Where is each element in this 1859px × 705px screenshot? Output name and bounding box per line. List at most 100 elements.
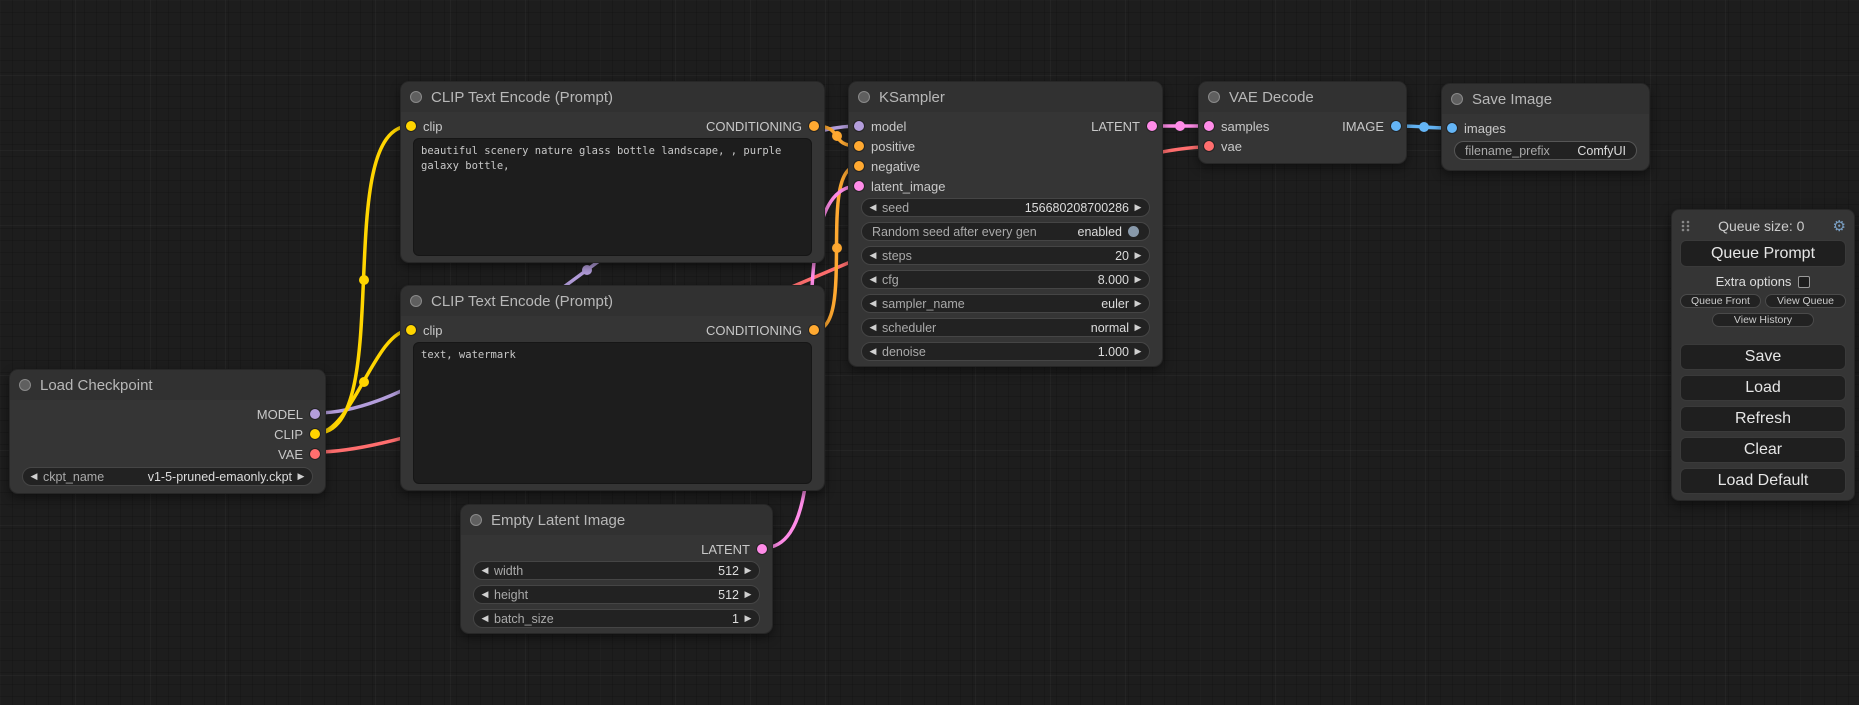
latent-image-input-port[interactable] [854,181,864,191]
increment-arrow-icon[interactable]: ▶ [739,614,757,624]
image-output-port[interactable] [1391,121,1401,131]
denoise-widget[interactable]: ◀ denoise 1.000 ▶ [861,342,1150,361]
random-seed-toggle[interactable]: Random seed after every gen enabled [861,222,1150,241]
increment-arrow-icon[interactable]: ▶ [1129,275,1147,285]
node-clip-text-encode-negative[interactable]: CLIP Text Encode (Prompt) clip CONDITION… [400,285,825,491]
conditioning-output-port[interactable] [809,121,819,131]
increment-arrow-icon[interactable]: ▶ [292,472,310,482]
steps-widget[interactable]: ◀ steps 20 ▶ [861,246,1150,265]
scheduler-widget[interactable]: ◀ scheduler normal ▶ [861,318,1150,337]
node-clip-text-encode-positive[interactable]: CLIP Text Encode (Prompt) clip CONDITION… [400,81,825,263]
node-collapse-icon[interactable] [858,91,870,103]
input-slot-latent-image[interactable]: latent_image [849,176,1162,196]
width-widget[interactable]: ◀ width 512 ▶ [473,561,760,580]
decrement-arrow-icon[interactable]: ◀ [476,590,494,600]
node-title-bar[interactable]: CLIP Text Encode (Prompt) [401,286,824,316]
output-slot-vae[interactable]: VAE [10,444,325,464]
output-slot-clip[interactable]: CLIP [10,424,325,444]
toggle-knob-icon[interactable] [1128,226,1139,237]
refresh-button[interactable]: Refresh [1680,406,1846,432]
output-slot-latent[interactable]: LATENT [461,539,772,559]
node-title-bar[interactable]: Empty Latent Image [461,505,772,535]
negative-input-port[interactable] [854,161,864,171]
seed-widget[interactable]: ◀ seed 156680208700286 ▶ [861,198,1150,217]
decrement-arrow-icon[interactable]: ◀ [864,299,882,309]
filename-prefix-widget[interactable]: filename_prefix ComfyUI [1454,141,1637,160]
decrement-arrow-icon[interactable]: ◀ [864,323,882,333]
node-collapse-icon[interactable] [19,379,31,391]
slot-label: CLIP [274,427,303,442]
node-collapse-icon[interactable] [470,514,482,526]
settings-gear-icon[interactable]: ⚙ [1833,217,1846,235]
increment-arrow-icon[interactable]: ▶ [1129,251,1147,261]
decrement-arrow-icon[interactable]: ◀ [476,614,494,624]
node-save-image[interactable]: Save Image images filename_prefix ComfyU… [1441,83,1650,171]
node-empty-latent-image[interactable]: Empty Latent Image LATENT ◀ width 512 ▶ … [460,504,773,634]
sampler-name-widget[interactable]: ◀ sampler_name euler ▶ [861,294,1150,313]
node-title-bar[interactable]: Load Checkpoint [10,370,325,400]
latent-output-port[interactable] [757,544,767,554]
node-title-bar[interactable]: Save Image [1442,84,1649,114]
cfg-widget[interactable]: ◀ cfg 8.000 ▶ [861,270,1150,289]
node-title-bar[interactable]: CLIP Text Encode (Prompt) [401,82,824,112]
slot-label: negative [871,159,920,174]
increment-arrow-icon[interactable]: ▶ [739,566,757,576]
extra-options-checkbox[interactable] [1798,276,1810,288]
node-ksampler[interactable]: KSampler model positive negative latent_… [848,81,1163,367]
height-widget[interactable]: ◀ height 512 ▶ [473,585,760,604]
vae-input-port[interactable] [1204,141,1214,151]
clip-output-port[interactable] [310,429,320,439]
input-slot-vae[interactable]: vae [1199,136,1406,156]
output-slot-model[interactable]: MODEL [10,404,325,424]
queue-front-button[interactable]: Queue Front [1680,294,1761,308]
node-title-text: CLIP Text Encode (Prompt) [431,89,613,106]
view-queue-button[interactable]: View Queue [1765,294,1846,308]
node-collapse-icon[interactable] [410,295,422,307]
decrement-arrow-icon[interactable]: ◀ [25,472,43,482]
input-slot-images[interactable]: images [1442,118,1649,138]
images-input-port[interactable] [1447,123,1457,133]
samples-input-port[interactable] [1204,121,1214,131]
decrement-arrow-icon[interactable]: ◀ [864,275,882,285]
node-load-checkpoint[interactable]: Load Checkpoint MODEL CLIP VAE ◀ ckpt_na… [9,369,326,494]
increment-arrow-icon[interactable]: ▶ [1129,323,1147,333]
increment-arrow-icon[interactable]: ▶ [1129,347,1147,357]
drag-handle-icon[interactable] [1680,219,1690,233]
latent-output-port[interactable] [1147,121,1157,131]
graph-canvas[interactable]: Load Checkpoint MODEL CLIP VAE ◀ ckpt_na… [0,0,1859,705]
view-history-button[interactable]: View History [1712,313,1815,327]
node-collapse-icon[interactable] [1451,93,1463,105]
queue-prompt-button[interactable]: Queue Prompt [1680,240,1846,267]
load-default-button[interactable]: Load Default [1680,468,1846,494]
decrement-arrow-icon[interactable]: ◀ [476,566,494,576]
node-vae-decode[interactable]: VAE Decode samples IMAGE vae [1198,81,1407,164]
batch-size-widget[interactable]: ◀ batch_size 1 ▶ [473,609,760,628]
clip-input-port[interactable] [406,121,416,131]
increment-arrow-icon[interactable]: ▶ [1129,299,1147,309]
decrement-arrow-icon[interactable]: ◀ [864,251,882,261]
increment-arrow-icon[interactable]: ▶ [739,590,757,600]
slot-label: samples [1221,119,1269,134]
decrement-arrow-icon[interactable]: ◀ [864,203,882,213]
conditioning-output-port[interactable] [809,325,819,335]
node-collapse-icon[interactable] [410,91,422,103]
node-title-bar[interactable]: KSampler [849,82,1162,112]
node-title-bar[interactable]: VAE Decode [1199,82,1406,112]
input-slot-negative[interactable]: negative [849,156,1162,176]
model-output-port[interactable] [310,409,320,419]
clip-input-port[interactable] [406,325,416,335]
output-slot-latent[interactable]: LATENT [849,116,1162,136]
ckpt-name-widget[interactable]: ◀ ckpt_name v1-5-pruned-emaonly.ckpt ▶ [22,467,313,486]
vae-output-port[interactable] [310,449,320,459]
decrement-arrow-icon[interactable]: ◀ [864,347,882,357]
clear-button[interactable]: Clear [1680,437,1846,463]
node-collapse-icon[interactable] [1208,91,1220,103]
input-slot-positive[interactable]: positive [849,136,1162,156]
prompt-textarea[interactable]: beautiful scenery nature glass bottle la… [413,138,812,256]
increment-arrow-icon[interactable]: ▶ [1129,203,1147,213]
slot-label: vae [1221,139,1242,154]
load-button[interactable]: Load [1680,375,1846,401]
prompt-textarea[interactable]: text, watermark [413,342,812,484]
save-button[interactable]: Save [1680,344,1846,370]
positive-input-port[interactable] [854,141,864,151]
